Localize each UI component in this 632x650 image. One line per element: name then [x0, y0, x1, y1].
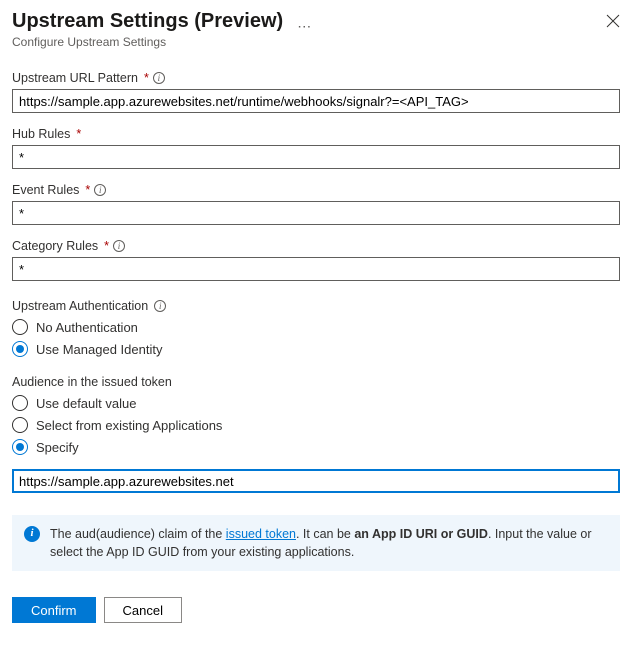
radio-icon [12, 439, 28, 455]
url-pattern-label: Upstream URL Pattern* i [12, 71, 620, 85]
url-pattern-input[interactable] [12, 89, 620, 113]
info-icon[interactable]: i [154, 300, 166, 312]
close-icon[interactable] [606, 14, 620, 31]
info-icon[interactable]: i [94, 184, 106, 196]
event-rules-label: Event Rules* i [12, 183, 620, 197]
radio-icon [12, 395, 28, 411]
auth-radio-managed[interactable]: Use Managed Identity [12, 341, 620, 357]
radio-icon [12, 341, 28, 357]
info-icon[interactable]: i [113, 240, 125, 252]
category-rules-label: Category Rules* i [12, 239, 620, 253]
hub-rules-input[interactable] [12, 145, 620, 169]
page-subtitle: Configure Upstream Settings [12, 35, 620, 49]
audience-section-label: Audience in the issued token [12, 375, 620, 389]
info-icon[interactable]: i [153, 72, 165, 84]
cancel-button[interactable]: Cancel [104, 597, 182, 623]
more-icon[interactable]: ⋯ [297, 18, 311, 35]
hub-rules-label: Hub Rules* [12, 127, 620, 141]
audience-radio-specify[interactable]: Specify [12, 439, 620, 455]
event-rules-input[interactable] [12, 201, 620, 225]
issued-token-link[interactable]: issued token [226, 527, 296, 541]
radio-icon [12, 417, 28, 433]
auth-section-label: Upstream Authentication i [12, 299, 620, 313]
category-rules-input[interactable] [12, 257, 620, 281]
audience-radio-select[interactable]: Select from existing Applications [12, 417, 620, 433]
info-box: i The aud(audience) claim of the issued … [12, 515, 620, 571]
info-box-text: The aud(audience) claim of the issued to… [50, 525, 608, 561]
confirm-button[interactable]: Confirm [12, 597, 96, 623]
radio-icon [12, 319, 28, 335]
info-icon: i [24, 526, 40, 542]
auth-radio-none[interactable]: No Authentication [12, 319, 620, 335]
audience-input[interactable] [12, 469, 620, 493]
page-title: Upstream Settings (Preview) [12, 10, 283, 33]
audience-radio-default[interactable]: Use default value [12, 395, 620, 411]
